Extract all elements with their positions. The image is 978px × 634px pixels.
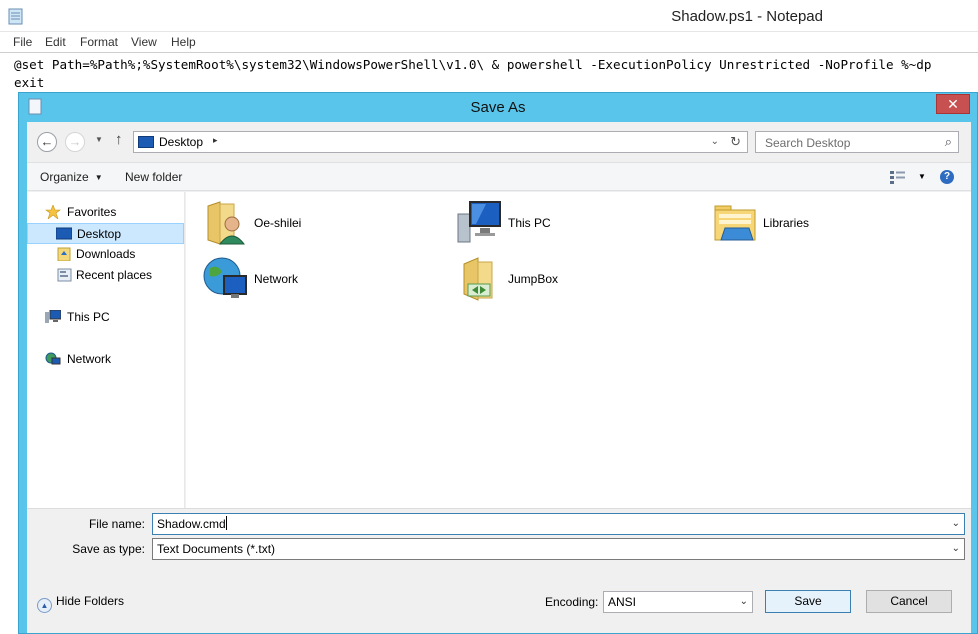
file-list: Oe-shilei This PC Libraries Network Jump… bbox=[186, 192, 971, 508]
chevron-down-icon[interactable]: ⌄ bbox=[740, 592, 748, 612]
menu-edit[interactable]: Edit bbox=[45, 35, 66, 49]
nav-item-label: Downloads bbox=[76, 247, 136, 261]
nav-item-this-pc[interactable]: This PC bbox=[27, 307, 184, 328]
user-folder-icon bbox=[207, 201, 246, 245]
menu-help[interactable]: Help bbox=[171, 35, 196, 49]
item-label: This PC bbox=[508, 216, 551, 230]
help-icon[interactable]: ? bbox=[940, 170, 954, 184]
hide-folders-button[interactable]: ▲ Hide Folders bbox=[37, 594, 124, 613]
item-label: JumpBox bbox=[508, 272, 559, 286]
search-placeholder: Search Desktop bbox=[765, 136, 851, 150]
network-icon bbox=[45, 352, 61, 365]
save-type-label: Save as type: bbox=[72, 542, 145, 556]
file-name-label: File name: bbox=[88, 517, 145, 531]
list-item[interactable]: Libraries bbox=[711, 198, 951, 252]
nav-item-desktop[interactable]: Desktop bbox=[27, 223, 184, 244]
new-folder-button[interactable]: New folder bbox=[125, 170, 182, 184]
editor-line-1: @set Path=%Path%;%SystemRoot%\system32\W… bbox=[14, 57, 932, 72]
search-input[interactable]: Search Desktop ⌕ bbox=[755, 131, 959, 153]
chevron-down-icon[interactable]: ⌄ bbox=[711, 136, 719, 147]
file-name-field[interactable]: Shadow.cmd ⌄ bbox=[152, 513, 965, 535]
dialog-body: ← → ▼ ↑ Desktop ▸ ⌄ ↻ Search Desktop ⌕ O… bbox=[27, 122, 971, 633]
menu-file[interactable]: File bbox=[13, 35, 32, 49]
recent-places-icon bbox=[57, 268, 72, 282]
downloads-icon bbox=[57, 247, 71, 261]
hide-folders-label: Hide Folders bbox=[56, 594, 125, 608]
item-label: Network bbox=[254, 272, 299, 286]
item-label: Libraries bbox=[763, 216, 810, 230]
file-name-value: Shadow.cmd bbox=[157, 517, 226, 531]
nav-item-label: Network bbox=[67, 352, 112, 366]
command-bar: Organize ▼ New folder ▼ ? bbox=[27, 162, 971, 191]
notepad-title: Shadow.ps1 - Notepad bbox=[671, 8, 823, 25]
list-item[interactable]: This PC bbox=[456, 198, 696, 252]
address-location[interactable]: Desktop bbox=[159, 135, 203, 149]
list-item[interactable]: Network bbox=[202, 254, 442, 308]
cancel-button[interactable]: Cancel bbox=[866, 590, 952, 613]
star-icon bbox=[45, 205, 61, 219]
dialog-title: Save As bbox=[470, 99, 526, 116]
nav-item-label: Favorites bbox=[67, 205, 117, 219]
nav-item-label: Recent places bbox=[76, 268, 153, 282]
back-arrow-icon: ← bbox=[40, 134, 54, 149]
save-type-value: Text Documents (*.txt) bbox=[157, 542, 276, 556]
close-button[interactable]: ✕ bbox=[936, 94, 970, 114]
organize-label: Organize bbox=[40, 170, 89, 184]
item-label: Oe-shilei bbox=[254, 216, 302, 230]
network-icon bbox=[203, 257, 247, 298]
chevron-up-icon: ▲ bbox=[37, 598, 52, 613]
menu-format[interactable]: Format bbox=[80, 35, 118, 49]
nav-item-downloads[interactable]: Downloads bbox=[27, 244, 184, 265]
list-item[interactable]: JumpBox bbox=[456, 254, 696, 308]
chevron-down-icon[interactable]: ⌄ bbox=[952, 514, 960, 534]
refresh-icon[interactable]: ↻ bbox=[730, 134, 741, 150]
organize-button[interactable]: Organize ▼ bbox=[40, 170, 103, 184]
nav-item-favorites[interactable]: Favorites bbox=[27, 202, 184, 223]
nav-item-recent-places[interactable]: Recent places bbox=[27, 265, 184, 286]
forward-button[interactable]: → bbox=[65, 132, 85, 152]
address-row: ← → ▼ ↑ Desktop ▸ ⌄ ↻ Search Desktop ⌕ bbox=[27, 122, 971, 162]
nav-item-label: Desktop bbox=[77, 227, 122, 241]
encoding-label: Encoding: bbox=[545, 595, 599, 609]
breadcrumb-chevron-icon[interactable]: ▸ bbox=[213, 135, 218, 146]
up-arrow-icon: ↑ bbox=[115, 131, 123, 148]
save-form: File name: Shadow.cmd ⌄ Save as type: Te… bbox=[27, 508, 971, 633]
libraries-icon bbox=[714, 205, 756, 241]
navigation-pane: Favorites Desktop Downloads Recent place… bbox=[27, 192, 185, 508]
back-button[interactable]: ← bbox=[37, 132, 57, 152]
desktop-icon bbox=[138, 136, 154, 148]
computer-icon bbox=[457, 201, 501, 243]
view-options-icon[interactable] bbox=[890, 170, 906, 184]
recent-locations-dropdown[interactable]: ▼ bbox=[95, 135, 103, 144]
menu-view[interactable]: View bbox=[131, 35, 157, 49]
save-as-dialog: Save As ✕ ← → ▼ ↑ Desktop ▸ ⌄ ↻ Search D… bbox=[18, 92, 978, 634]
editor-line-2: exit bbox=[14, 75, 45, 90]
desktop-icon bbox=[56, 227, 72, 240]
list-item[interactable]: Oe-shilei bbox=[202, 198, 442, 252]
up-button[interactable]: ↑ bbox=[115, 131, 123, 148]
notepad-menubar: File Edit Format View Help bbox=[0, 32, 978, 52]
chevron-down-icon[interactable]: ⌄ bbox=[952, 539, 960, 559]
address-bar[interactable]: Desktop ▸ ⌄ ↻ bbox=[133, 131, 748, 153]
chevron-down-icon[interactable]: ▼ bbox=[918, 172, 926, 181]
notepad-titlebar: Shadow.ps1 - Notepad bbox=[0, 0, 978, 32]
forward-arrow-icon: → bbox=[68, 134, 82, 149]
nav-item-label: This PC bbox=[67, 310, 110, 324]
encoding-value: ANSI bbox=[608, 595, 637, 609]
save-button[interactable]: Save bbox=[765, 590, 851, 613]
nav-item-network[interactable]: Network bbox=[27, 349, 184, 370]
encoding-select[interactable]: ANSI ⌄ bbox=[603, 591, 753, 613]
search-icon[interactable]: ⌕ bbox=[945, 134, 952, 150]
save-type-select[interactable]: Text Documents (*.txt) ⌄ bbox=[152, 538, 965, 560]
shortcut-folder-icon bbox=[463, 257, 493, 301]
computer-icon bbox=[45, 310, 61, 323]
text-caret bbox=[225, 516, 227, 530]
chevron-down-icon: ▼ bbox=[94, 173, 103, 182]
